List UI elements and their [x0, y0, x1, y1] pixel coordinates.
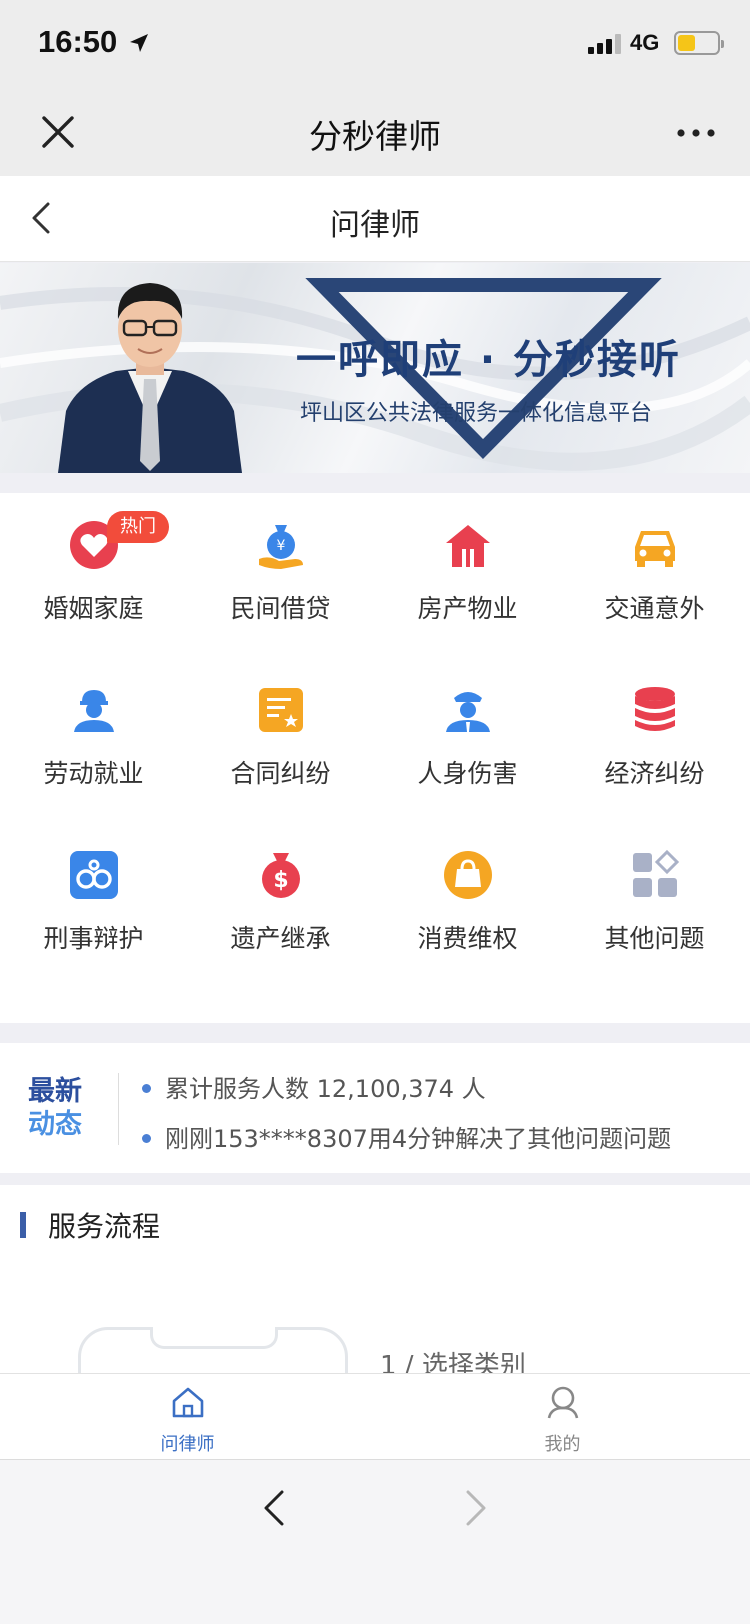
news-tag-line1: 最新	[28, 1076, 82, 1107]
latest-news-panel: 最新 动态 累计服务人数 12,100,374 人 刚刚153****8307用…	[0, 1043, 750, 1173]
category-label: 合同纠纷	[230, 759, 331, 788]
promo-banner[interactable]: 一呼即应 · 分秒接听 坪山区公共法律服务一体化信息平台	[0, 263, 750, 473]
page-header: 问律师	[0, 176, 750, 262]
category-item[interactable]: 交通意外	[561, 493, 748, 658]
category-item[interactable]: $ 遗产继承	[187, 823, 374, 988]
news-text: 刚刚153****8307用4分钟解决了其他问题问题	[165, 1125, 672, 1153]
location-arrow-icon	[130, 34, 148, 52]
network-type: 4G	[630, 30, 660, 55]
news-tag: 最新 动态	[28, 1075, 96, 1141]
tab-label: 我的	[544, 1434, 581, 1455]
wechat-nav-bar: 分秒律师	[0, 92, 750, 176]
category-item[interactable]: ¥ 民间借贷	[187, 493, 374, 658]
car-icon	[635, 531, 675, 567]
category-item[interactable]: 其他问题	[561, 823, 748, 988]
section-accent-bar	[20, 1212, 26, 1238]
category-label: 婚姻家庭	[43, 594, 144, 623]
status-bar: 16:50 4G	[0, 0, 750, 92]
category-label: 房产物业	[417, 594, 518, 623]
browser-forward-icon[interactable]	[464, 1488, 488, 1528]
category-label: 劳动就业	[43, 759, 144, 788]
banner-slogan: 一呼即应 · 分秒接听	[296, 337, 682, 383]
browser-back-icon[interactable]	[262, 1488, 286, 1528]
bullet-icon	[142, 1133, 151, 1143]
worker-icon	[74, 690, 114, 732]
category-label: 消费维权	[417, 924, 518, 953]
banner-subtitle: 坪山区公共法律服务一体化信息平台	[300, 401, 653, 426]
category-item[interactable]: 人身伤害	[374, 658, 561, 823]
money-bag-icon: ¥	[259, 525, 303, 569]
tab-label: 问律师	[160, 1434, 215, 1455]
bottom-tab-bar: 问律师 我的	[0, 1373, 750, 1459]
category-label: 刑事辩护	[43, 924, 144, 953]
police-icon	[446, 692, 490, 732]
news-item[interactable]: 刚刚153****8307用4分钟解决了其他问题问题	[142, 1119, 671, 1154]
page-title: 问律师	[330, 208, 420, 243]
divider	[118, 1073, 119, 1145]
process-step-label: 1 / 选择类别	[380, 1351, 526, 1375]
status-time: 16:50	[38, 24, 118, 59]
coins-stack-icon	[635, 687, 675, 731]
news-tag-line2: 动态	[28, 1109, 82, 1140]
contract-icon	[259, 688, 303, 732]
news-item[interactable]: 累计服务人数 12,100,374 人	[142, 1069, 486, 1104]
news-text: 累计服务人数 12,100,374 人	[165, 1075, 486, 1103]
lawyer-portrait-image	[58, 283, 242, 473]
category-item[interactable]: 房产物业	[374, 493, 561, 658]
browser-nav-bar	[0, 1459, 750, 1624]
category-item[interactable]: 劳动就业	[0, 658, 187, 823]
tab-ask-lawyer[interactable]: 问律师	[0, 1374, 375, 1460]
category-item[interactable]: 热门 婚姻家庭	[0, 493, 187, 658]
phone-notch	[150, 1327, 278, 1349]
category-item[interactable]: 刑事辩护	[0, 823, 187, 988]
wechat-title: 分秒律师	[309, 117, 441, 156]
category-label: 民间借贷	[230, 594, 331, 623]
bullet-icon	[142, 1083, 151, 1093]
handcuffs-icon	[70, 851, 118, 899]
category-item[interactable]: 经济纠纷	[561, 658, 748, 823]
hot-badge: 热门	[107, 511, 169, 543]
category-item[interactable]: 合同纠纷	[187, 658, 374, 823]
battery-icon	[674, 31, 724, 55]
category-label: 遗产继承	[230, 924, 331, 953]
dollar-bag-icon: $	[262, 853, 300, 898]
category-label: 经济纠纷	[604, 759, 705, 788]
category-grid: 热门 婚姻家庭 ¥ 民间借贷 房产物业 交通意外 劳动就业 合同纠纷 人身伤害 …	[0, 493, 750, 1023]
category-label: 交通意外	[604, 594, 705, 623]
section-title: 服务流程	[48, 1210, 161, 1243]
svg-text:¥: ¥	[277, 538, 286, 554]
category-label: 人身伤害	[417, 759, 518, 788]
category-item[interactable]: 消费维权	[374, 823, 561, 988]
grid-icon	[633, 849, 680, 897]
user-icon	[547, 1386, 579, 1419]
service-process-section: 服务流程 1 / 选择类别	[0, 1185, 750, 1375]
category-label: 其他问题	[604, 924, 705, 953]
tab-mine[interactable]: 我的	[375, 1374, 750, 1460]
svg-text:$: $	[273, 868, 288, 893]
signal-icon	[588, 34, 621, 54]
more-icon[interactable]	[676, 128, 716, 138]
shopping-bag-icon	[444, 851, 492, 899]
home-icon	[172, 1387, 204, 1418]
house-icon	[446, 525, 490, 567]
